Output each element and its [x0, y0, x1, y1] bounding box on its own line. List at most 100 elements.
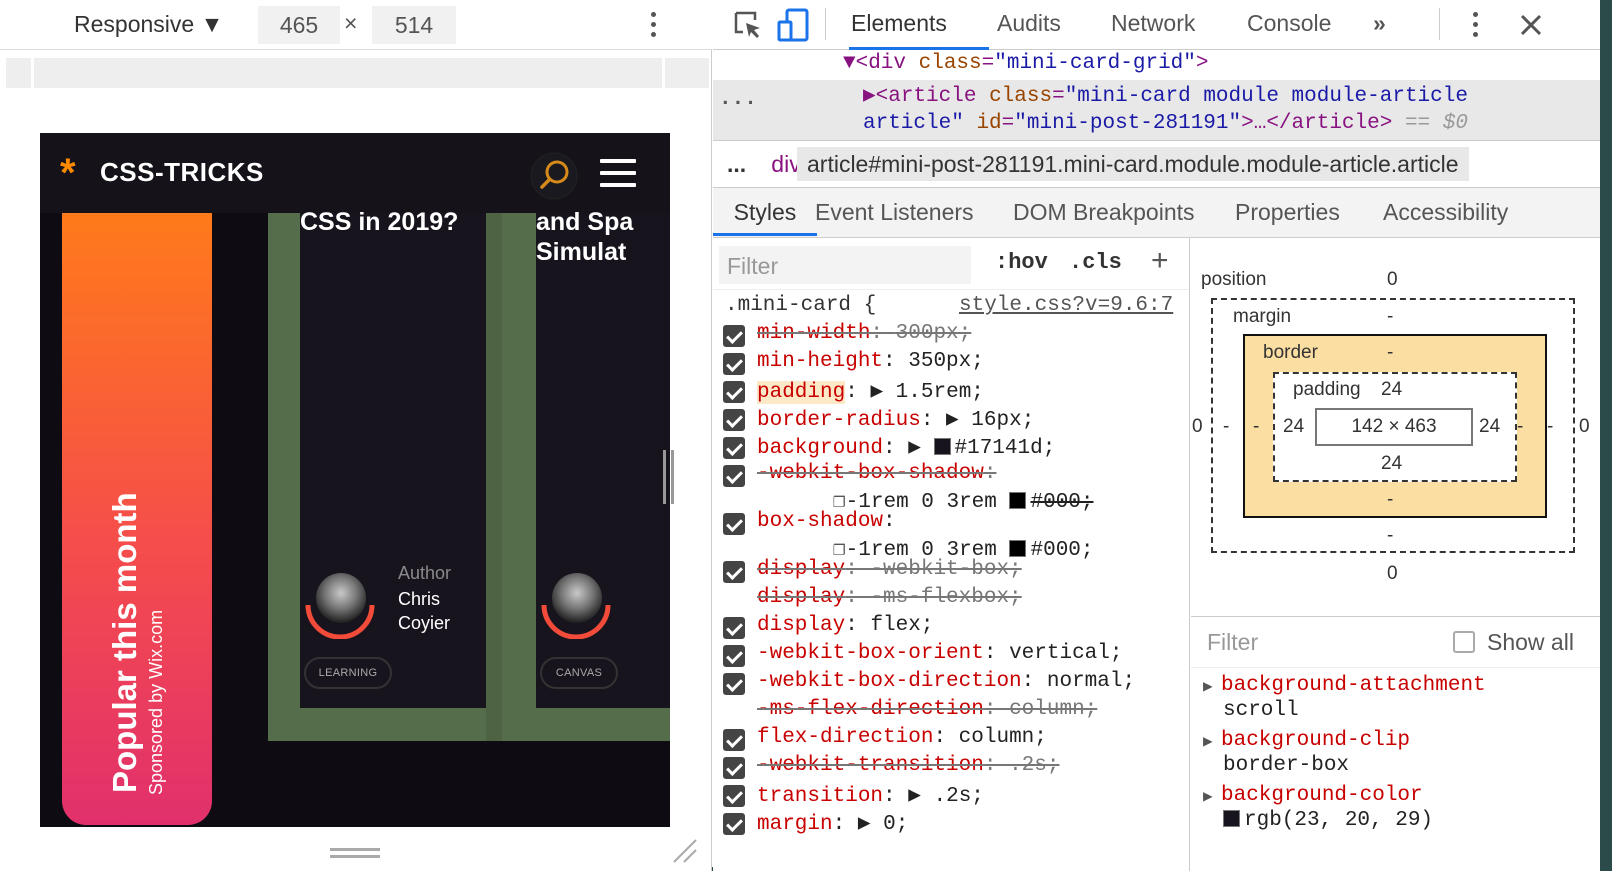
declaration-checkbox[interactable] — [723, 381, 745, 403]
declaration-text[interactable]: -webkit-box-orient: vertical; — [757, 642, 1122, 665]
declaration-text[interactable]: display: flex; — [757, 614, 933, 637]
dom-node-mini-card-grid[interactable]: ▼<div class="mini-card-grid"> — [843, 52, 1209, 75]
css-declaration[interactable]: border-radius: ▶ 16px; — [713, 404, 1189, 432]
tag-canvas[interactable]: CANVAS — [540, 657, 618, 689]
property-value[interactable]: ▶ 1.5rem; — [870, 381, 983, 404]
declaration-checkbox[interactable] — [723, 325, 745, 347]
bm-position-bottom[interactable]: 0 — [1387, 563, 1398, 585]
property-value[interactable]: ▶ 16px; — [946, 409, 1034, 432]
property-value[interactable]: ▶ 0; — [858, 813, 908, 836]
css-declaration[interactable]: -webkit-box-shadow: — [713, 460, 1189, 488]
computed-value[interactable]: scroll — [1223, 699, 1299, 722]
css-declaration[interactable]: display: -webkit-box; — [713, 556, 1189, 584]
menu-icon[interactable] — [600, 159, 636, 195]
css-declaration[interactable]: -webkit-transition: .2s; — [713, 752, 1189, 780]
bm-position-right[interactable]: 0 — [1579, 416, 1590, 438]
declaration-text[interactable]: background: ▶ #17141d; — [757, 434, 1055, 460]
property-value[interactable]: .2s; — [1009, 754, 1059, 777]
breadcrumb-selected[interactable]: article#mini-post-281191.mini-card.modul… — [797, 147, 1469, 181]
declaration-text[interactable]: padding: ▶ 1.5rem; — [757, 378, 984, 404]
declaration-checkbox[interactable] — [723, 409, 745, 431]
declaration-text[interactable]: min-width: 300px; — [757, 322, 971, 345]
css-declaration[interactable]: padding: ▶ 1.5rem; — [713, 376, 1189, 404]
hov-toggle[interactable]: :hov — [995, 250, 1048, 275]
subtab-styles[interactable]: Styles — [713, 199, 817, 226]
property-value[interactable]: column; — [959, 726, 1047, 749]
css-declaration[interactable]: display: -ms-flexbox; — [713, 584, 1189, 612]
bm-padding-top[interactable]: 24 — [1381, 379, 1402, 401]
declaration-checkbox[interactable] — [723, 645, 745, 667]
property-name[interactable]: margin — [757, 813, 833, 836]
bm-border-bottom[interactable]: - — [1387, 489, 1393, 511]
declaration-checkbox[interactable] — [723, 617, 745, 639]
bm-position-top[interactable]: 0 — [1387, 269, 1398, 291]
css-declaration[interactable]: -ms-flex-direction: column; — [713, 696, 1189, 724]
cls-toggle[interactable]: .cls — [1069, 250, 1122, 275]
rule-selector[interactable]: .mini-card { — [725, 294, 876, 317]
height-input[interactable]: 514 — [372, 6, 456, 44]
declaration-checkbox[interactable] — [723, 785, 745, 807]
declaration-text[interactable]: display: -ms-flexbox; — [757, 586, 1022, 609]
declaration-checkbox[interactable] — [723, 465, 745, 487]
declaration-text[interactable]: -webkit-transition: .2s; — [757, 754, 1059, 777]
bm-padding-right[interactable]: 24 — [1479, 416, 1500, 438]
property-value[interactable]: column; — [1009, 698, 1097, 721]
css-declaration[interactable]: flex-direction: column; — [713, 724, 1189, 752]
declaration-text[interactable]: flex-direction: column; — [757, 726, 1047, 749]
css-declaration[interactable]: margin: ▶ 0; — [713, 808, 1189, 836]
css-declaration[interactable]: -webkit-box-direction: normal; — [713, 668, 1189, 696]
media-query-ruler[interactable] — [6, 58, 709, 88]
declaration-checkbox[interactable] — [723, 757, 745, 779]
bm-border-right[interactable]: - — [1517, 416, 1523, 438]
resize-handle-right[interactable] — [663, 450, 677, 510]
width-input[interactable]: 465 — [258, 6, 340, 44]
property-value[interactable]: 350px; — [908, 350, 984, 373]
inspect-element-icon[interactable] — [733, 10, 763, 40]
declaration-text[interactable]: min-height: 350px; — [757, 350, 984, 373]
property-name[interactable]: -webkit-transition — [757, 754, 984, 777]
property-name[interactable]: -ms-flex-direction — [757, 698, 984, 721]
author-name-line1[interactable]: Chris — [398, 587, 440, 611]
card-title[interactable]: CSS in 2019? — [300, 207, 458, 238]
device-more-icon[interactable] — [651, 12, 657, 42]
property-value[interactable]: normal; — [1047, 670, 1135, 693]
bm-position-left[interactable]: 0 — [1192, 416, 1203, 438]
responsive-dropdown[interactable]: Responsive ▼ — [74, 11, 223, 38]
declaration-checkbox[interactable] — [723, 561, 745, 583]
css-declaration[interactable]: background: ▶ #17141d; — [713, 432, 1189, 460]
color-swatch[interactable] — [1223, 810, 1240, 827]
property-name[interactable]: -webkit-box-shadow — [757, 462, 984, 485]
declaration-checkbox[interactable] — [723, 353, 745, 375]
more-tabs-icon[interactable]: » — [1373, 10, 1386, 37]
css-declaration[interactable]: display: flex; — [713, 612, 1189, 640]
property-name[interactable]: border-radius — [757, 409, 921, 432]
property-name[interactable]: box-shadow — [757, 510, 883, 533]
subtab-properties[interactable]: Properties — [1235, 199, 1340, 226]
breadcrumb-ellipsis[interactable]: ... — [727, 151, 746, 178]
card-title-line2[interactable]: Simulat — [536, 237, 626, 268]
subtab-dom-breakpoints[interactable]: DOM Breakpoints — [1013, 199, 1195, 226]
card-title-line1[interactable]: and Spa — [536, 207, 633, 238]
computed-name[interactable]: background-clip — [1221, 729, 1410, 752]
color-swatch[interactable] — [1009, 492, 1027, 509]
color-swatch[interactable] — [1009, 540, 1027, 557]
declaration-text[interactable]: transition: ▶ .2s; — [757, 782, 984, 808]
property-name[interactable]: display — [757, 558, 845, 581]
computed-name[interactable]: background-attachment — [1221, 674, 1486, 697]
property-name[interactable]: min-width — [757, 322, 870, 345]
property-value[interactable]: vertical; — [1009, 642, 1122, 665]
bm-margin-right[interactable]: - — [1547, 416, 1553, 438]
declaration-text[interactable]: -webkit-box-shadow: — [757, 462, 996, 485]
css-declaration[interactable]: min-height: 350px; — [713, 348, 1189, 376]
show-all-checkbox[interactable] — [1453, 631, 1475, 653]
declaration-checkbox[interactable] — [723, 513, 745, 535]
css-declaration[interactable]: transition: ▶ .2s; — [713, 780, 1189, 808]
tag-learning[interactable]: LEARNING — [304, 657, 392, 689]
subtab-event-listeners[interactable]: Event Listeners — [815, 199, 974, 226]
bm-padding-left[interactable]: 24 — [1283, 416, 1304, 438]
property-name[interactable]: background — [757, 437, 883, 460]
tab-elements[interactable]: Elements — [851, 10, 947, 37]
property-name[interactable]: display — [757, 586, 845, 609]
css-declaration[interactable]: -webkit-box-orient: vertical; — [713, 640, 1189, 668]
computed-value[interactable]: border-box — [1223, 754, 1349, 777]
